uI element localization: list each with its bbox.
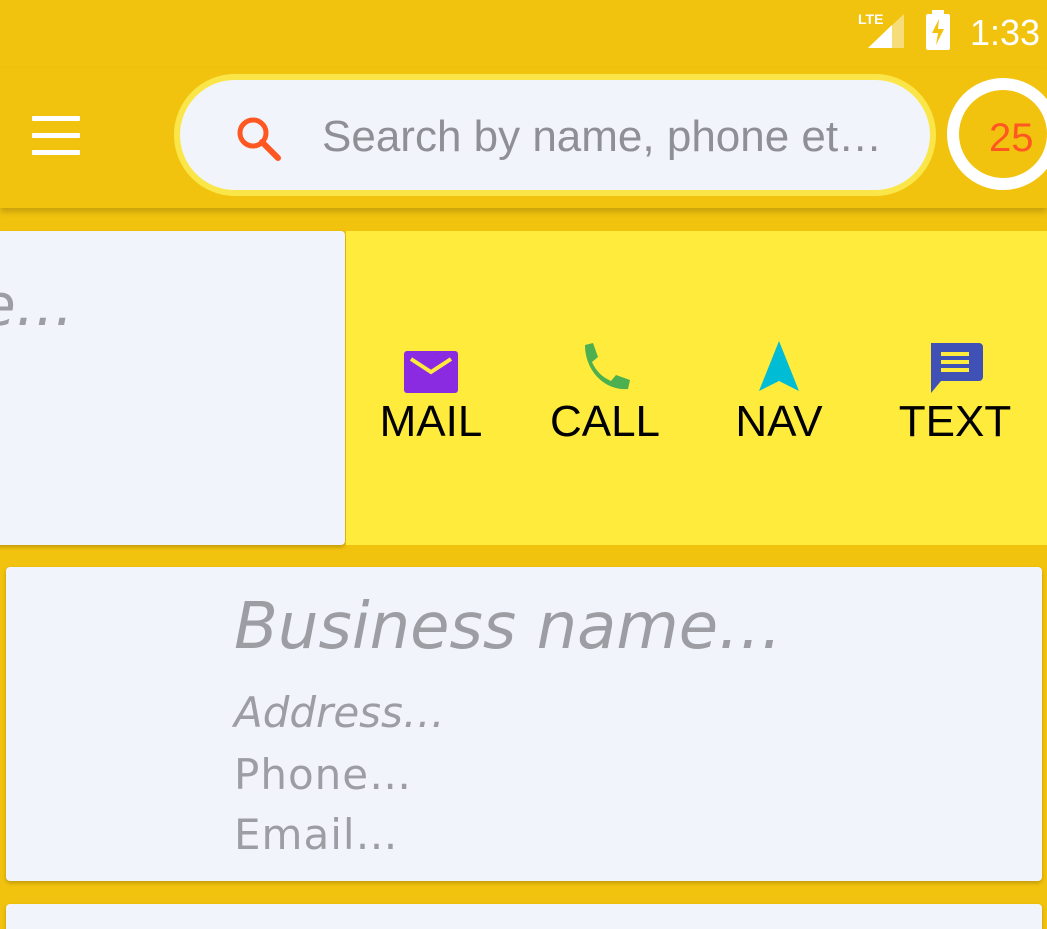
call-button[interactable]: CALL	[520, 341, 690, 451]
business-phone: Phone…	[234, 750, 413, 799]
nav-label: NAV	[735, 397, 823, 446]
count-badge-value: 25	[989, 116, 1034, 160]
phone-icon	[585, 343, 630, 390]
mail-button[interactable]: MAIL	[346, 341, 516, 451]
battery-charging-icon	[926, 10, 950, 50]
nav-button[interactable]: NAV	[694, 341, 864, 451]
mail-label: MAIL	[379, 397, 483, 446]
results-list[interactable]: e… MAIL CALL NAV	[0, 208, 1047, 929]
status-time: 1:33	[970, 12, 1041, 53]
app-bar: 25	[0, 68, 1047, 208]
business-email: Email…	[234, 810, 399, 859]
business-name: Business name…	[234, 590, 783, 664]
search-icon[interactable]	[234, 114, 284, 164]
message-icon	[931, 343, 983, 393]
text-label: TEXT	[898, 397, 1012, 446]
list-item[interactable]: e…	[0, 231, 345, 545]
lte-signal-icon: LTE	[858, 11, 904, 48]
list-item[interactable]	[6, 904, 1042, 929]
status-bar: LTE 1:33	[0, 0, 1047, 68]
list-item[interactable]: Business name… Address… Phone… Email…	[6, 567, 1042, 881]
business-address: Address…	[234, 688, 445, 737]
search-bar	[174, 74, 936, 196]
call-label: CALL	[549, 397, 661, 446]
swipe-actions: MAIL CALL NAV TEXT	[346, 231, 1047, 545]
text-button[interactable]: TEXT	[870, 341, 1040, 451]
search-input[interactable]	[320, 100, 914, 174]
business-name: e…	[0, 271, 74, 339]
mail-icon	[404, 351, 458, 393]
hamburger-menu-icon[interactable]	[30, 116, 84, 156]
navigation-arrow-icon	[759, 341, 799, 391]
count-badge[interactable]: 25	[947, 78, 1047, 190]
svg-text:LTE: LTE	[858, 11, 883, 27]
